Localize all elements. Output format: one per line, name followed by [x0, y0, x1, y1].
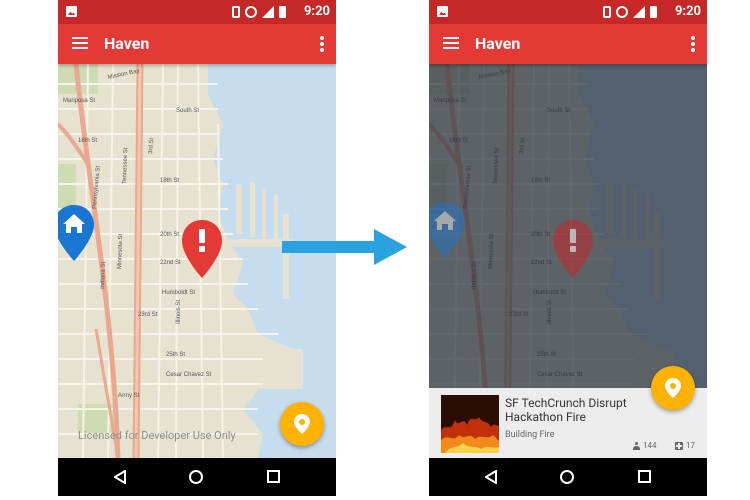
back-icon[interactable] — [485, 470, 497, 484]
app-title: Haven — [104, 34, 150, 53]
street-label: 25th St — [166, 352, 185, 358]
report-location-fab[interactable] — [280, 402, 324, 446]
incident-category: Building Fire — [505, 430, 555, 440]
street-label: Cesar Chavez St — [166, 372, 212, 378]
alarm-icon — [616, 6, 628, 18]
street-label: Minnesota St — [117, 234, 124, 270]
home-icon[interactable] — [560, 470, 574, 484]
transition-arrow-icon — [282, 229, 407, 265]
alert-pin-icon[interactable] — [553, 220, 593, 278]
street-label: Humboldt St — [162, 290, 195, 296]
battery-icon — [279, 6, 286, 18]
system-nav-bar — [58, 458, 336, 496]
status-bar: 9:20 — [58, 0, 336, 24]
people-count: 144 — [633, 441, 657, 450]
street-label: 16th St — [78, 138, 97, 144]
system-nav-bar — [429, 458, 707, 496]
street-label: 18th St — [160, 178, 179, 184]
signal-icon — [633, 6, 645, 18]
more-vert-icon[interactable] — [320, 36, 324, 52]
support-count: 17 — [675, 441, 695, 450]
status-time: 9:20 — [303, 4, 330, 19]
street-label: 20th St — [160, 232, 179, 238]
status-time: 9:20 — [674, 4, 701, 19]
hamburger-menu-icon[interactable] — [443, 37, 459, 49]
license-watermark: Licensed for Developer Use Only — [78, 429, 236, 442]
street-label: Mariposa St — [63, 98, 95, 104]
home-pin-icon[interactable] — [58, 205, 94, 261]
street-label: 22nd St — [160, 260, 181, 266]
more-vert-icon[interactable] — [691, 36, 695, 52]
location-pin-icon — [294, 414, 310, 434]
street-label: South St — [176, 108, 199, 114]
vibrate-icon — [232, 6, 240, 18]
incident-title: SF TechCrunch Disrupt Hackathon Fire — [505, 396, 627, 424]
report-location-fab[interactable] — [651, 366, 695, 410]
recents-icon[interactable] — [267, 470, 280, 483]
image-notification-icon — [437, 6, 448, 17]
street-label: Indiana St — [100, 262, 107, 290]
image-notification-icon — [66, 6, 77, 17]
alarm-icon — [245, 6, 257, 18]
street-label: Army St — [118, 393, 140, 399]
person-icon — [633, 441, 640, 450]
location-pin-icon — [665, 378, 681, 398]
battery-icon — [650, 6, 657, 18]
signal-icon — [262, 6, 274, 18]
street-label: Tennessee St — [122, 147, 129, 184]
app-title: Haven — [475, 34, 521, 53]
street-label: Illinois St — [176, 300, 182, 324]
app-bar: Haven — [429, 24, 707, 64]
incident-thumbnail — [441, 395, 499, 453]
recents-icon[interactable] — [638, 470, 651, 483]
home-pin-icon[interactable] — [429, 202, 465, 258]
status-bar: 9:20 — [429, 0, 707, 24]
hamburger-menu-icon[interactable] — [72, 37, 88, 49]
add-box-icon — [675, 441, 683, 450]
street-label: 23rd St — [138, 312, 158, 318]
phone-screen-after: 9:20 Haven SF TechCrunch Disrupt Hackath… — [429, 0, 707, 496]
app-bar: Haven — [58, 24, 336, 64]
home-icon[interactable] — [189, 470, 203, 484]
vibrate-icon — [603, 6, 611, 18]
back-icon[interactable] — [114, 470, 126, 484]
alert-pin-icon[interactable] — [182, 220, 222, 278]
